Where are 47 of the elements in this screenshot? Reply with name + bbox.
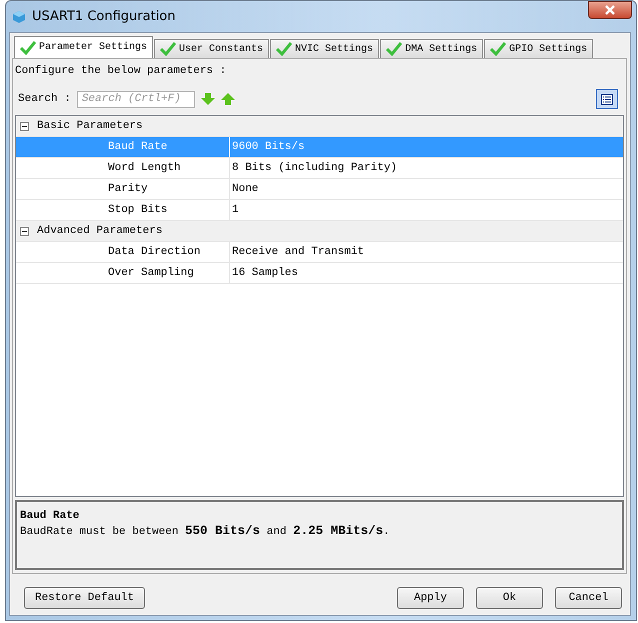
parameter-value: 8 Bits (including Parity) [231, 161, 398, 176]
search-label: Search : [18, 93, 71, 105]
description-title: Baud Rate [20, 510, 80, 522]
cube-icon [12, 10, 26, 24]
window-title: USART1 Configuration [32, 9, 176, 24]
parameter-name: Data Direction [16, 242, 230, 262]
collapse-icon[interactable] [20, 226, 29, 236]
intro-text: Configure the below parameters : [15, 65, 228, 77]
parameter-value: 1 [231, 203, 239, 218]
list-view-button[interactable] [596, 89, 618, 109]
parameter-value: 16 Samples [231, 266, 298, 281]
group-row[interactable]: Advanced Parameters [16, 221, 623, 242]
parameter-row[interactable]: Over Sampling 16 Samples [16, 263, 623, 284]
parameter-name: Word Length [16, 158, 230, 178]
parameter-row[interactable]: Parity None [16, 179, 623, 200]
tab[interactable]: GPIO Settings [484, 39, 594, 58]
restore-default-button[interactable]: Restore Default [24, 587, 145, 609]
collapse-icon[interactable] [20, 122, 29, 130]
checkmark-icon [276, 42, 292, 56]
group-label: Basic Parameters [37, 120, 143, 132]
search-field[interactable]: Search (Crtl+F) [76, 90, 195, 108]
tab[interactable]: DMA Settings [380, 39, 484, 58]
tab[interactable]: Parameter Settings [14, 36, 154, 58]
checkmark-icon [386, 42, 402, 56]
checkmark-icon [490, 42, 506, 56]
group-label: Advanced Parameters [37, 225, 162, 237]
checkmark-icon [160, 42, 176, 56]
dialog-button[interactable]: Apply [397, 587, 464, 609]
dialog-button[interactable]: Ok [476, 587, 543, 609]
parameter-value: Receive and Transmit [231, 245, 364, 260]
parameter-name: Stop Bits [16, 200, 230, 220]
dialog-button[interactable]: Cancel [555, 587, 622, 609]
tab[interactable]: User Constants [154, 39, 270, 58]
parameter-row[interactable]: Word Length 8 Bits (including Parity) [16, 158, 623, 179]
parameter-value: 9600 Bits/s [231, 140, 305, 155]
close-icon [604, 4, 616, 14]
tab[interactable]: NVIC Settings [270, 39, 380, 58]
checkmark-icon [20, 40, 36, 54]
parameter-value: None [231, 182, 258, 197]
description-text: BaudRate must be between 550 Bits/s and 2.25 MBits/s. [20, 524, 391, 538]
parameter-name: Baud Rate [16, 137, 230, 157]
close-button[interactable] [588, 0, 632, 18]
group-row[interactable]: Basic Parameters [16, 116, 623, 137]
parameter-name: Parity [16, 179, 230, 199]
parameter-row[interactable]: Data Direction Receive and Transmit [16, 242, 623, 263]
list-icon [601, 94, 613, 104]
parameter-name: Over Sampling [16, 263, 230, 283]
